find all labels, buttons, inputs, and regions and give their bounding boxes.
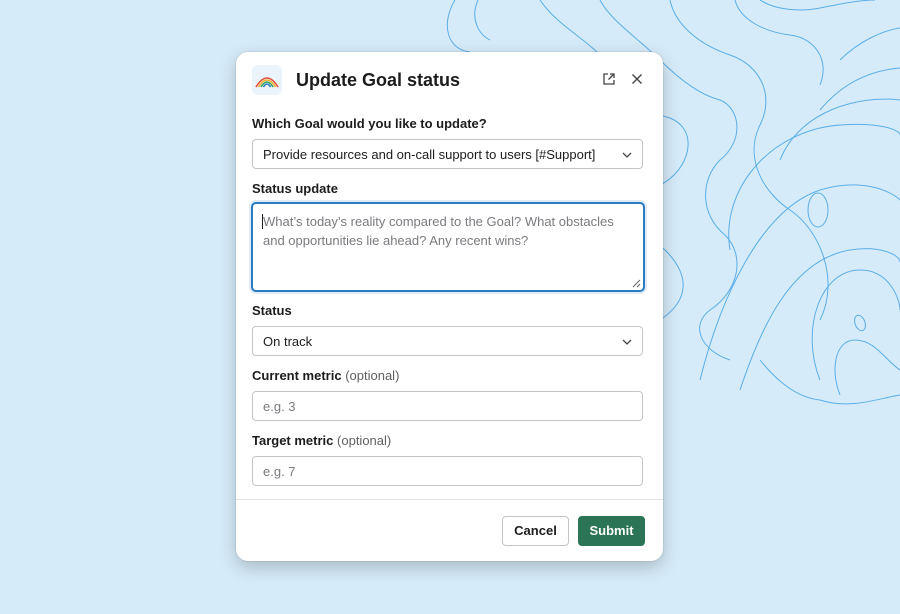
target-metric-input[interactable]: e.g. 7 <box>252 456 643 486</box>
status-update-textarea[interactable]: What’s today’s reality compared to the G… <box>251 202 645 292</box>
optional-hint: (optional) <box>337 433 392 448</box>
status-update-placeholder: What’s today’s reality compared to the G… <box>263 214 614 248</box>
cancel-button[interactable]: Cancel <box>502 516 569 546</box>
resize-handle-icon[interactable] <box>632 279 641 288</box>
target-metric-label: Target metric (optional) <box>252 433 391 449</box>
footer-divider <box>236 499 663 500</box>
external-link-icon[interactable] <box>602 72 616 86</box>
rainbow-app-icon <box>252 65 282 95</box>
chevron-down-icon <box>622 152 632 158</box>
current-metric-label: Current metric (optional) <box>252 368 399 384</box>
status-select-value: On track <box>263 334 313 349</box>
current-metric-label-text: Current metric <box>252 368 342 383</box>
target-metric-label-text: Target metric <box>252 433 334 448</box>
close-icon[interactable] <box>630 72 644 86</box>
goal-select[interactable]: Provide resources and on-call support to… <box>252 139 643 169</box>
target-metric-placeholder: e.g. 7 <box>263 464 296 479</box>
current-metric-input[interactable]: e.g. 3 <box>252 391 643 421</box>
submit-button[interactable]: Submit <box>578 516 645 546</box>
current-metric-placeholder: e.g. 3 <box>263 399 296 414</box>
status-update-label: Status update <box>252 181 338 196</box>
goal-select-value: Provide resources and on-call support to… <box>263 147 596 162</box>
status-label: Status <box>252 303 292 318</box>
chevron-down-icon <box>622 339 632 345</box>
modal-title: Update Goal status <box>296 70 461 90</box>
update-goal-modal: Update Goal status Which Goal would you … <box>236 52 663 561</box>
status-select[interactable]: On track <box>252 326 643 356</box>
goal-label: Which Goal would you like to update? <box>252 116 487 131</box>
optional-hint: (optional) <box>345 368 400 383</box>
